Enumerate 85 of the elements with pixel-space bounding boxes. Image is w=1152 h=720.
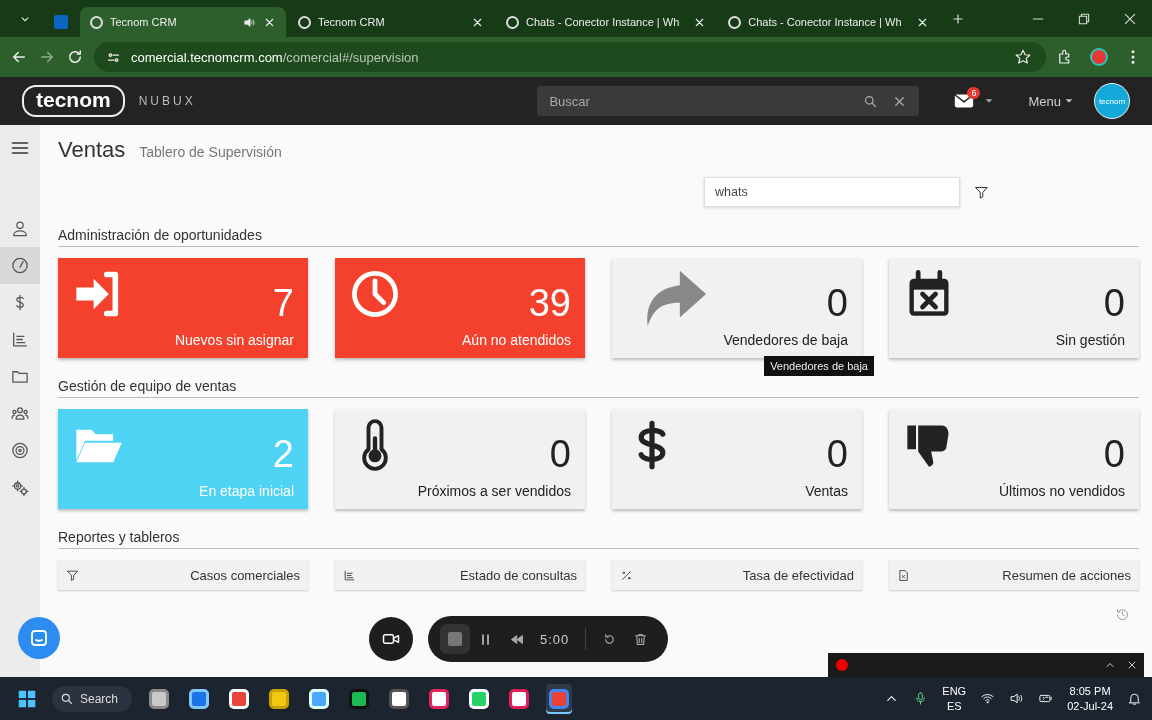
brand-name: NUBUX [138, 94, 196, 108]
filter-icon [66, 568, 79, 582]
stat-label: Ventas [805, 483, 848, 499]
stat-value: 2 [272, 435, 294, 473]
browser-tab[interactable]: Tecnom CRM [288, 7, 494, 37]
stat-card[interactable]: 0 Últimos no vendidos [889, 409, 1139, 509]
wifi-icon[interactable] [980, 691, 996, 706]
browser-tab[interactable]: Tecnom CRM [80, 7, 286, 37]
record-dot-icon [836, 659, 848, 671]
tab-title: Chats - Conector Instance | Wh [526, 16, 680, 28]
chart-icon [343, 568, 356, 582]
stat-value: 0 [1103, 284, 1125, 322]
stat-card[interactable]: 0 Vendedores de baja [612, 258, 862, 358]
stat-label: Próximos a ser vendidos [417, 483, 571, 499]
report-button[interactable]: Estado de consultas [335, 560, 585, 590]
report-button[interactable]: Casos comerciales [58, 560, 308, 590]
browser-tab[interactable]: Chats - Conector Instance | Wh [496, 7, 717, 37]
stat-value: 0 [826, 435, 848, 473]
stat-card[interactable]: 39 Aún no atendidos [335, 258, 585, 358]
star-icon[interactable] [1014, 48, 1032, 66]
site-icon [298, 15, 311, 29]
report-button[interactable]: Tasa de efectividad [612, 560, 862, 590]
caret-icon [1064, 96, 1074, 106]
tooltip: Vendedores de baja [764, 356, 874, 376]
menu-button[interactable]: Menu [1022, 92, 1080, 110]
section-title: Administración de oportunidades [58, 227, 1139, 247]
report-button[interactable]: Resumen de acciones [889, 560, 1139, 590]
search-icon[interactable] [863, 93, 879, 109]
browser-tab[interactable]: Chats - Conector Instance | Wh [718, 7, 939, 37]
site-icon [506, 15, 519, 29]
stat-card[interactable]: 0 Ventas [612, 409, 862, 509]
stat-card[interactable]: 0 Sin gestión [889, 258, 1139, 358]
volume-icon[interactable] [1009, 691, 1025, 706]
app-icon[interactable] [546, 683, 573, 714]
language-indicator[interactable]: ENG ES [942, 684, 967, 713]
stat-label: Sin gestión [1055, 332, 1125, 348]
site-icon [728, 15, 742, 29]
stat-value: 0 [826, 284, 848, 322]
speaker-icon[interactable] [243, 15, 256, 29]
tab-title: Tecnom CRM [318, 16, 385, 28]
tab-title: Chats - Conector Instance | Wh [748, 16, 902, 28]
page-subtitle: Tablero de Supervisión [139, 144, 282, 160]
percent-icon [620, 568, 633, 582]
search-icon [60, 691, 74, 706]
search-input[interactable]: Buscar [549, 86, 850, 116]
notification-icon[interactable] [1127, 691, 1142, 706]
trash-icon[interactable] [633, 631, 649, 647]
filter-field[interactable]: whats [704, 177, 960, 207]
history-icon[interactable] [1115, 607, 1130, 622]
document-icon [897, 568, 910, 582]
stat-label: En etapa inicial [199, 483, 294, 499]
address-bar[interactable]: comercial.tecnomcrm.com/comercial#/supervision [94, 42, 1046, 72]
section-title: Gestión de equipo de ventas [58, 378, 1139, 398]
section-title: Reportes y tableros [58, 529, 1139, 549]
linkedin-icon [54, 15, 68, 29]
logo[interactable]: tecnom [22, 85, 125, 117]
tab-title: Tecnom CRM [110, 16, 177, 28]
filter-icon[interactable] [974, 184, 989, 200]
gauge-icon[interactable] [0, 247, 40, 284]
stat-label: Aún no atendidos [462, 332, 571, 348]
recording-timer: 5:00 [540, 631, 570, 647]
site-icon [90, 15, 103, 29]
stat-card[interactable]: 0 Próximos a ser vendidos [335, 409, 585, 509]
stat-value: 7 [272, 284, 294, 322]
stat-label: Últimos no vendidos [998, 483, 1125, 499]
camera-button[interactable] [369, 617, 413, 661]
taskbar-search[interactable]: Search [52, 685, 133, 712]
search-field[interactable]: Buscar [537, 86, 920, 116]
caret-icon[interactable] [984, 96, 995, 106]
page-title: Ventas [58, 137, 126, 163]
stat-card[interactable]: 7 Nuevos sin asignar [58, 258, 308, 358]
notification-badge: 6 [967, 87, 981, 99]
url-text: comercial.tecnomcrm.com/comercial#/supervision [131, 49, 419, 65]
close-icon[interactable] [1126, 659, 1138, 671]
chat-button[interactable] [18, 617, 60, 659]
extension-icon[interactable] [1090, 48, 1108, 66]
stat-label: Nuevos sin asignar [174, 332, 294, 348]
clock-icon [349, 268, 401, 320]
stat-label: Vendedores de baja [723, 332, 848, 348]
stat-value: 39 [528, 284, 571, 322]
stat-value: 0 [549, 435, 571, 473]
new-tab-icon[interactable] [950, 11, 965, 26]
reload-icon[interactable] [66, 48, 84, 66]
stat-value: 0 [1103, 435, 1125, 473]
clock-text[interactable]: 8:05 PM 02-Jul-24 [1067, 684, 1113, 713]
